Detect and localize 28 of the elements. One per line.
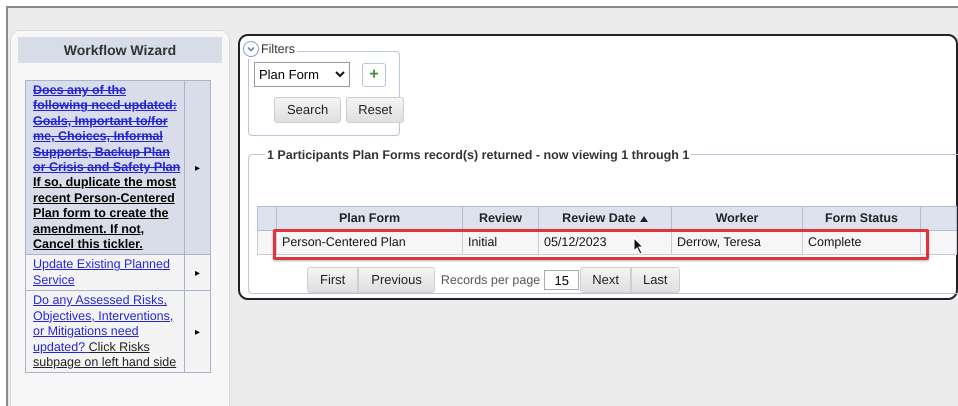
chevron-down-icon	[335, 71, 345, 78]
search-button[interactable]: Search	[274, 97, 342, 123]
column-header[interactable]: Review	[462, 206, 538, 230]
first-button[interactable]: First	[307, 267, 358, 293]
table-cell: Complete	[802, 230, 920, 254]
column-header[interactable]: Review Date	[538, 206, 672, 230]
column-header[interactable]: Worker	[672, 206, 802, 230]
column-header[interactable]: Plan Form	[276, 206, 462, 230]
records-per-page-label: Records per page	[440, 272, 540, 289]
next-button[interactable]: Next	[580, 267, 631, 293]
table-cell: Person-Centered Plan	[276, 230, 462, 254]
per-page-field[interactable]: 15	[544, 270, 580, 290]
wizard-title: Workflow Wizard	[18, 37, 222, 63]
table-cell: Initial	[462, 230, 538, 254]
wizard-item[interactable]: Does any of the following need updated: Goals, Important to/for me, Choices, Informal Supports, Backup Plan or Crisis and Safety Plan If so, duplicate the most recent Person-Centered Plan form to create the amendment. If not, Cancel this tickler.	[26, 80, 184, 255]
reset-button[interactable]: Reset	[346, 97, 404, 123]
expand-arrow[interactable]: ▸	[195, 326, 200, 338]
last-button[interactable]: Last	[630, 267, 680, 293]
expand-arrow[interactable]: ▸	[195, 268, 200, 279]
add-filter-button[interactable]: +	[362, 62, 386, 86]
collapse-icon[interactable]	[243, 41, 259, 58]
table-cell: Derrow, Teresa	[672, 230, 802, 254]
filter-select[interactable]: Plan Form	[254, 62, 350, 87]
wizard-item[interactable]: Do any Assessed Risks, Objectives, Interventions, or Mitigations need updated? Click Risks subpage on left hand side	[26, 290, 184, 373]
column-header[interactable]: Form Status	[802, 206, 920, 230]
filters-legend: Filters	[259, 40, 298, 59]
expand-arrow[interactable]: ▸	[195, 162, 200, 174]
previous-button[interactable]: Previous	[358, 267, 435, 293]
